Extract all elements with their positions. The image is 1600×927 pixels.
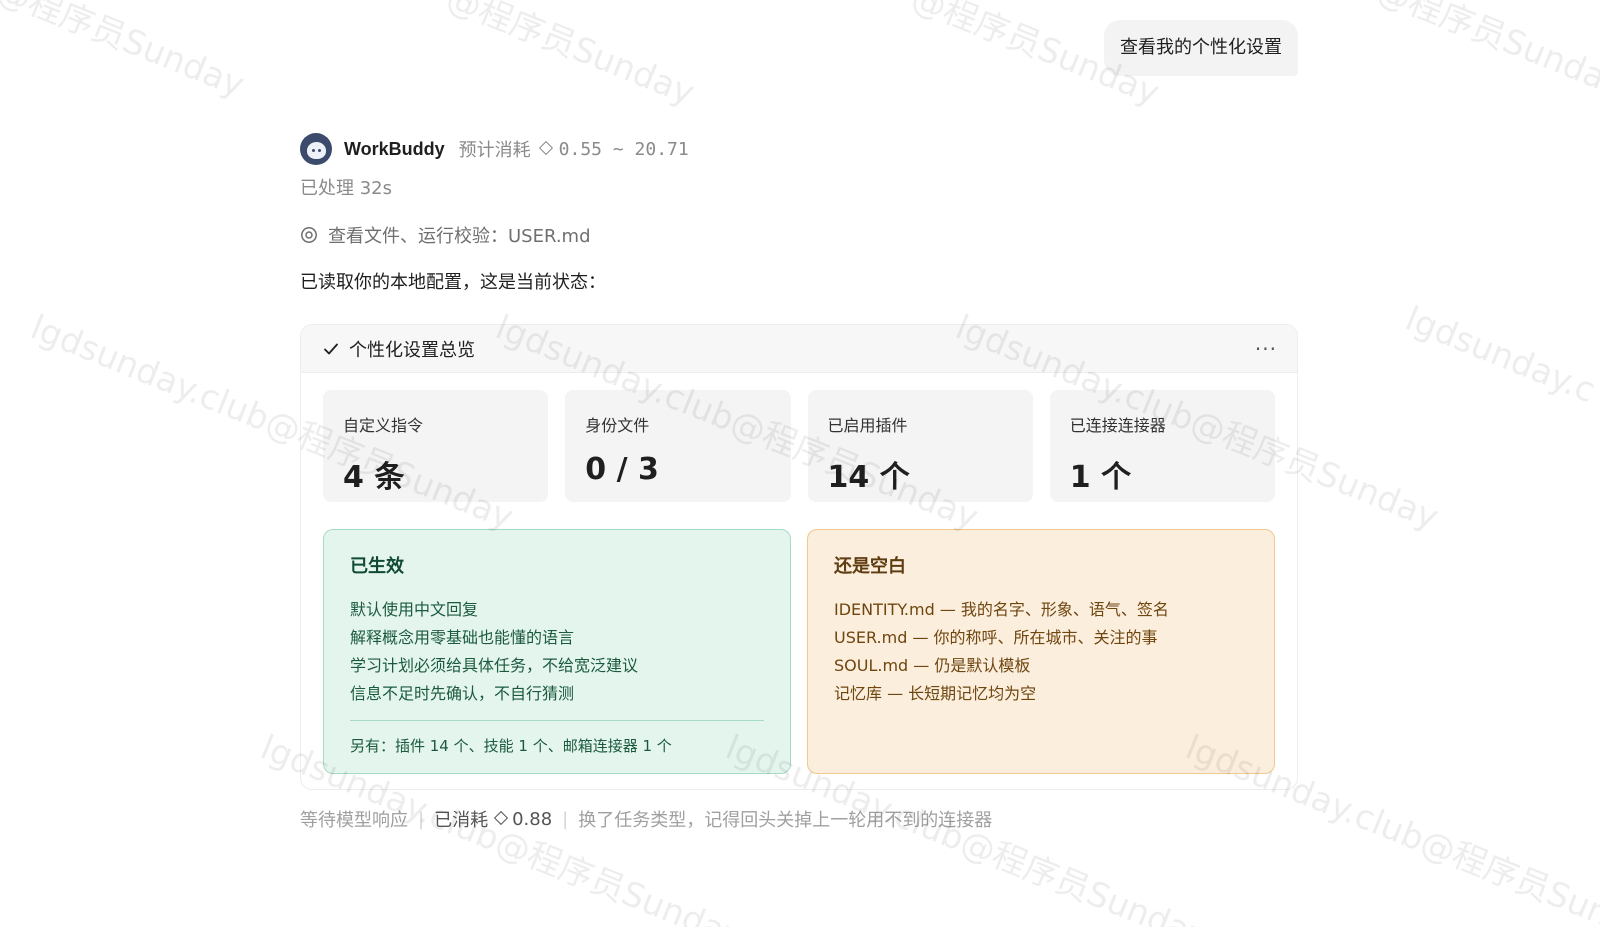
stat-label: 已连接连接器 [1069,416,1166,435]
consumed-label: 已消耗 [434,810,489,831]
stat-label: 身份文件 [585,416,650,435]
stat-label: 已启用插件 [827,416,908,435]
stat-value: 4 条 [343,460,405,495]
tip-text: 换了任务类型，记得回头关掉上一轮用不到的连接器 [578,810,993,831]
list-item: IDENTITY.md — 我的名字、形象、语气、签名 [834,600,1169,619]
separator: | [418,808,425,830]
stat-enabled-plugins: 已启用插件 14 个 [807,390,1033,502]
panel-footer: 另有：插件 14 个、技能 1 个、邮箱连接器 1 个 [350,737,672,755]
response-status-bar: 等待模型响应 | 已消耗 0.88 | 换了任务类型，记得回头关掉上一轮用不到的… [300,806,992,832]
list-item: USER.md — 你的称呼、所在城市、关注的事 [834,628,1158,647]
estimated-cost-range: 0.55 ~ 20.71 [558,138,689,160]
assistant-intro-text: 已读取你的本地配置，这是当前状态： [300,272,606,293]
tool-action-label: 查看文件、运行校验：USER.md [328,226,591,247]
list-item: SOUL.md — 仍是默认模板 [834,656,1031,675]
stat-label: 自定义指令 [343,416,424,435]
panel-title: 还是空白 [834,556,906,577]
consumed-value: 0.88 [512,808,553,830]
stat-value: 14 个 [827,460,910,495]
settings-overview-card: 个性化设置总览 ··· 自定义指令 4 条 身份文件 0 / 3 已启用插件 1… [300,324,1298,790]
tool-action[interactable]: 查看文件、运行校验：USER.md [300,222,1298,248]
active-settings-panel: 已生效 默认使用中文回复 解释概念用零基础也能懂的语言 学习计划必须给具体任务，… [323,529,791,774]
stat-value: 1 个 [1069,460,1132,495]
list-item: 记忆库 — 长短期记忆均为空 [834,684,1037,703]
watermark: @程序员Sunday [1370,0,1600,106]
divider [350,720,764,721]
card-header[interactable]: 个性化设置总览 ··· [301,325,1297,373]
watermark: @程序员Sunday [0,0,250,106]
assistant-name: WorkBuddy [344,138,445,159]
panels-row: 已生效 默认使用中文回复 解释概念用零基础也能懂的语言 学习计划必须给具体任务，… [323,529,1275,774]
list-item: 学习计划必须给具体任务，不给宽泛建议 [350,656,639,675]
credit-diamond-icon [494,810,509,826]
assistant-message: WorkBuddy 预计消耗 0.55 ~ 20.71 已处理 32s 查看文件… [300,132,1298,296]
separator: | [562,808,569,830]
list-item: 解释概念用零基础也能懂的语言 [350,628,575,647]
stat-connected-connectors: 已连接连接器 1 个 [1049,390,1275,502]
estimated-cost-label: 预计消耗 [458,140,531,161]
panel-title: 已生效 [350,556,404,577]
stat-custom-instructions: 自定义指令 4 条 [323,390,549,502]
list-item: 默认使用中文回复 [350,600,479,619]
eye-icon [301,227,317,243]
stat-value: 0 / 3 [585,452,659,487]
empty-settings-panel: 还是空白 IDENTITY.md — 我的名字、形象、语气、签名 USER.md… [807,529,1275,774]
assistant-avatar [300,133,332,165]
credit-diamond-icon [538,140,553,156]
user-message-bubble: 查看我的个性化设置 [1104,20,1298,76]
consumed-credits: 已消耗 0.88 [434,806,552,832]
model-status: 等待模型响应 [300,810,408,831]
processing-time: 已处理 32s [300,178,393,199]
check-icon [324,343,338,354]
watermark: lgdsunday.c [1399,298,1600,412]
more-options-icon[interactable]: ··· [1255,337,1277,361]
card-title: 个性化设置总览 [349,339,475,361]
stat-identity-files: 身份文件 0 / 3 [565,390,791,502]
assistant-header: WorkBuddy 预计消耗 0.55 ~ 20.71 [300,132,1298,166]
watermark: @程序员Sunday [440,0,700,114]
list-item: 信息不足时先确认，不自行猜测 [350,684,575,703]
stats-row: 自定义指令 4 条 身份文件 0 / 3 已启用插件 14 个 已连接连接器 1… [323,390,1275,502]
